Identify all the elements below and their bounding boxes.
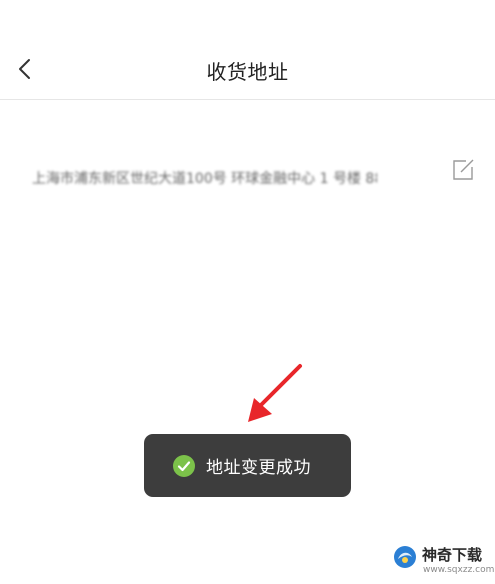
red-arrow-icon: [248, 364, 302, 422]
edit-address-button[interactable]: [449, 156, 477, 184]
address-text: 上海市浦东新区世纪大道100号 环球金融中心 1 号楼 88 室 张先生 138…: [32, 171, 377, 187]
success-toast: 地址变更成功: [144, 434, 351, 497]
check-circle-icon: [173, 454, 195, 477]
watermark-title: 神奇下载: [422, 546, 483, 564]
watermark-url: www.sqxzz.com: [423, 565, 495, 575]
page-title: 收货地址: [206, 60, 289, 84]
edit-icon: [453, 159, 474, 180]
app-header: 收货地址: [0, 0, 495, 100]
toast-message: 地址变更成功: [206, 458, 311, 478]
watermark-logo-icon: [394, 546, 416, 568]
watermark: 神奇下载 www.sqxzz.com: [390, 542, 494, 580]
